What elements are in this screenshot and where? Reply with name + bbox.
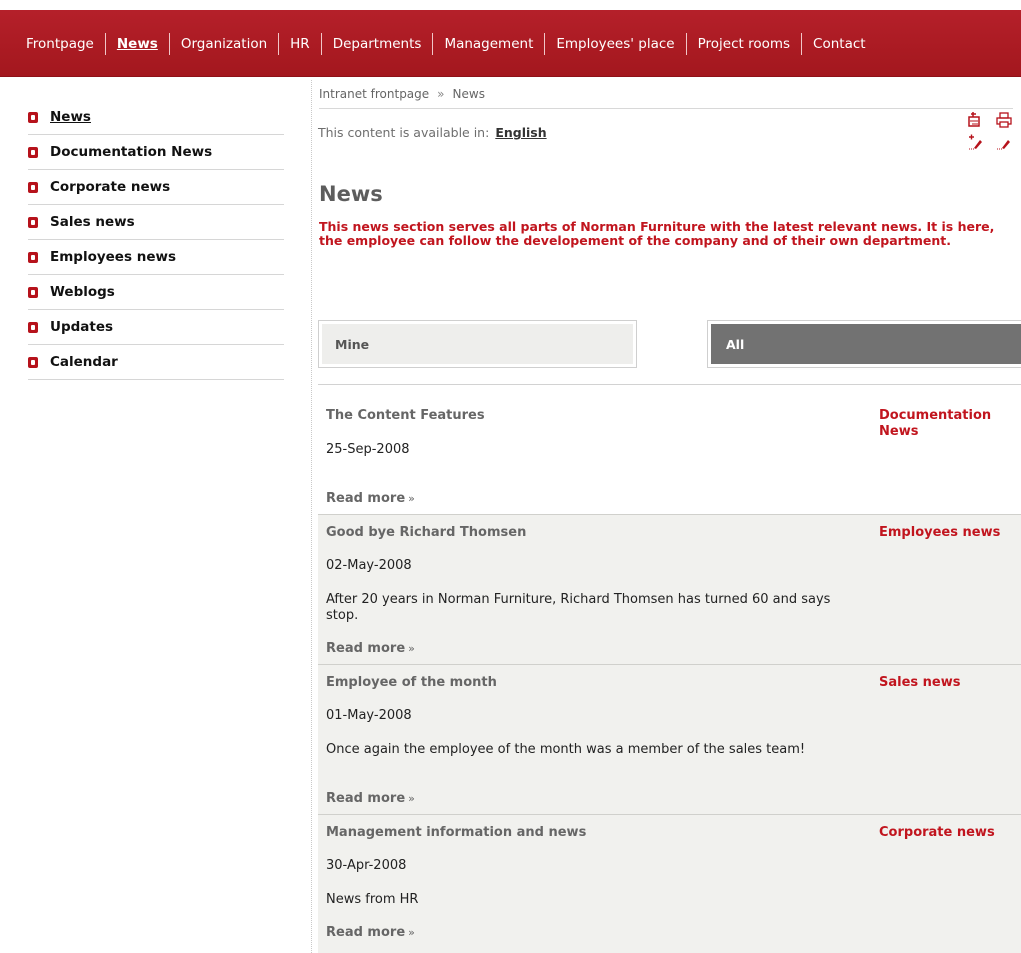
read-more-arrow-icon: » [408,492,415,505]
bullet-icon [28,356,38,368]
sidebar-item-label[interactable]: Sales news [50,214,135,230]
nav-link[interactable]: Organization [170,36,278,52]
sidebar-item-updates[interactable]: Updates [28,310,284,345]
nav-item-hr[interactable]: HR [278,33,321,55]
news-title[interactable]: Good bye Richard Thomsen [326,525,526,540]
nav-item-news[interactable]: News [104,33,169,55]
news-category[interactable]: Corporate news [879,825,1019,841]
news-description: News from HR [326,892,419,907]
bullet-icon [28,321,38,333]
sidebar-item-news[interactable]: News [28,100,284,135]
nav-item-frontpage[interactable]: Frontpage [15,33,105,55]
news-date: 01-May-2008 [326,708,412,723]
tab-all-label[interactable]: All [711,324,1021,364]
news-title[interactable]: Management information and news [326,825,586,840]
page-title: News [319,182,383,206]
news-title[interactable]: The Content Features [326,408,485,423]
language-availability: This content is available in: English [318,125,547,140]
nav-link[interactable]: Frontpage [15,36,105,52]
tools-row [968,112,1021,134]
nav-item-organization[interactable]: Organization [168,33,278,55]
bullet-icon [28,286,38,298]
nav-link[interactable]: Employees' place [545,36,685,52]
tab-all[interactable]: All [707,320,1021,368]
bullet-icon [28,251,38,263]
sidebar-item-documentation-news[interactable]: Documentation News [28,135,284,170]
news-date: 02-May-2008 [326,558,412,573]
read-more-link[interactable]: Read more» [326,641,415,656]
sidebar-item-sales-news[interactable]: Sales news [28,205,284,240]
nav-link[interactable]: HR [279,36,321,52]
sidebar: News Documentation News Corporate news S… [28,100,284,380]
news-description: Once again the employee of the month was… [326,742,806,757]
sidebar-item-label[interactable]: Documentation News [50,144,212,160]
availability-text: This content is available in: [318,125,490,140]
nav-link[interactable]: Project rooms [687,36,801,52]
breadcrumb: Intranet frontpage » News [319,87,1013,109]
sidebar-item-label[interactable]: Weblogs [50,284,115,300]
send-page-icon[interactable] [968,112,988,134]
news-category[interactable]: Documentation News [879,408,1019,440]
sidebar-item-corporate-news[interactable]: Corporate news [28,170,284,205]
read-more-label[interactable]: Read more [326,491,405,506]
tab-mine-label[interactable]: Mine [322,324,633,364]
nav-menu: Frontpage News Organization HR Departmen… [15,33,877,55]
sidebar-item-label[interactable]: Calendar [50,354,118,370]
news-category[interactable]: Employees news [879,525,1019,541]
edit-page-icon[interactable] [996,134,1016,156]
news-list-divider [318,384,1021,385]
sidebar-item-label[interactable]: News [50,109,91,125]
nav-link[interactable]: Management [433,36,544,52]
read-more-arrow-icon: » [408,926,415,939]
column-divider [311,80,312,953]
bullet-icon [28,181,38,193]
tab-mine[interactable]: Mine [318,320,637,368]
news-description: After 20 years in Norman Furniture, Rich… [326,592,831,623]
read-more-arrow-icon: » [408,792,415,805]
page-tools [968,112,1021,156]
news-item: Employee of the month Sales news 01-May-… [318,664,1021,814]
read-more-link[interactable]: Read more» [326,491,415,506]
news-category[interactable]: Sales news [879,675,1019,691]
nav-item-contact[interactable]: Contact [801,33,877,55]
sidebar-item-weblogs[interactable]: Weblogs [28,275,284,310]
nav-link[interactable]: News [106,36,169,52]
breadcrumb-separator: » [437,87,445,101]
nav-item-departments[interactable]: Departments [320,33,433,55]
read-more-link[interactable]: Read more» [326,791,415,806]
nav-item-employees-place[interactable]: Employees' place [544,33,685,55]
breadcrumb-home-link[interactable]: Intranet frontpage [319,87,429,101]
print-icon[interactable] [996,112,1016,134]
sidebar-item-calendar[interactable]: Calendar [28,345,284,380]
read-more-label[interactable]: Read more [326,791,405,806]
read-more-label[interactable]: Read more [326,641,405,656]
nav-link[interactable]: Departments [322,36,433,52]
news-title[interactable]: Employee of the month [326,675,497,690]
sidebar-item-employees-news[interactable]: Employees news [28,240,284,275]
new-page-icon[interactable] [968,134,988,156]
breadcrumb-current: News [452,87,485,101]
news-item: Good bye Richard Thomsen Employees news … [318,514,1021,664]
nav-item-management[interactable]: Management [432,33,544,55]
top-navigation: Frontpage News Organization HR Departmen… [0,10,1021,77]
language-link[interactable]: English [495,125,546,140]
news-date: 25-Sep-2008 [326,442,410,457]
read-more-label[interactable]: Read more [326,925,405,940]
bullet-icon [28,111,38,123]
news-date: 30-Apr-2008 [326,858,407,873]
sidebar-menu: News Documentation News Corporate news S… [28,100,284,380]
sidebar-item-label[interactable]: Employees news [50,249,176,265]
sidebar-item-label[interactable]: Updates [50,319,113,335]
read-more-link[interactable]: Read more» [326,925,415,940]
page-intro: This news section serves all parts of No… [319,219,995,248]
nav-item-project-rooms[interactable]: Project rooms [685,33,801,55]
news-item: The Content Features Documentation News … [318,408,1021,514]
bullet-icon [28,216,38,228]
read-more-arrow-icon: » [408,642,415,655]
bullet-icon [28,146,38,158]
nav-link[interactable]: Contact [802,36,877,52]
news-item: Management information and news Corporat… [318,814,1021,953]
tools-row [968,134,1021,156]
sidebar-item-label[interactable]: Corporate news [50,179,170,195]
